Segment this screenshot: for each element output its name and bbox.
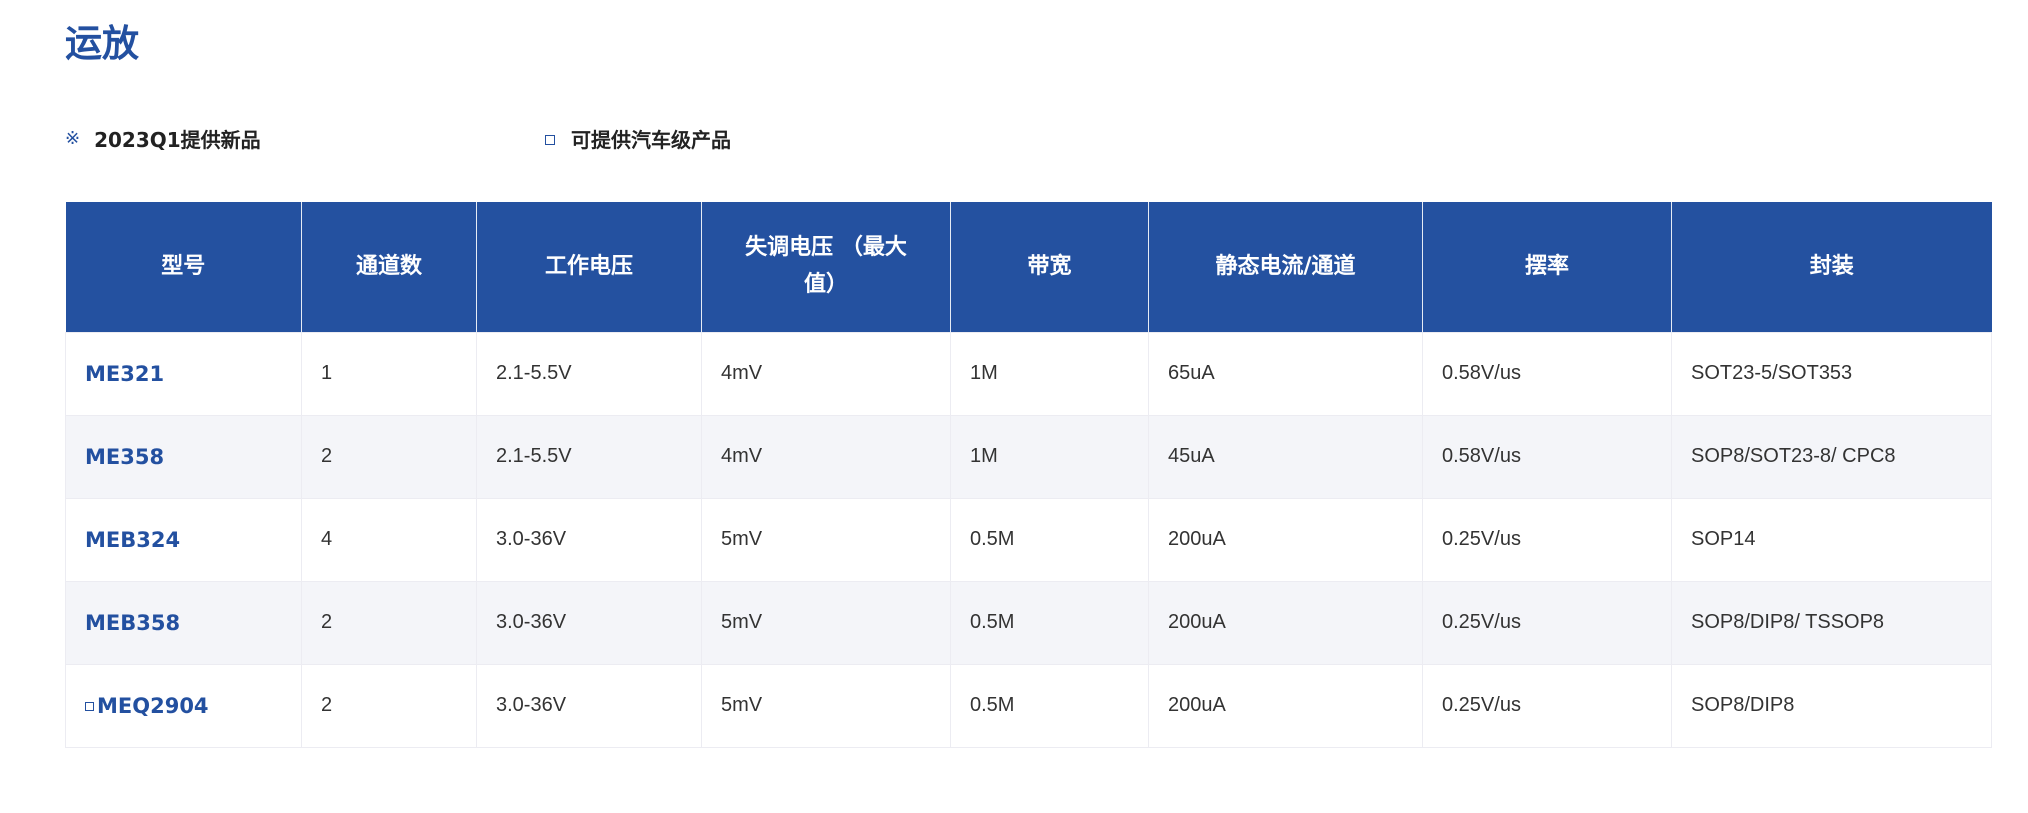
model-link[interactable]: ME358 [65,414,302,499]
model-link[interactable]: MEB358 [65,580,302,665]
legend-item-new: ※ 2023Q1提供新品 [65,124,261,153]
model-link[interactable]: ME321 [65,331,302,416]
cell-package: SOP8/DIP8 [1671,663,1992,748]
cell-offset: 5mV [701,497,951,582]
cell-slew: 0.25V/us [1422,497,1672,582]
reference-mark-icon: ※ [65,128,81,149]
legend-new-label: 2023Q1提供新品 [94,128,261,152]
header-model: 型号 [65,202,302,332]
cell-channels: 1 [301,331,477,416]
cell-quiescent: 200uA [1148,663,1423,748]
header-offset-line2: 值） [803,271,848,297]
cell-offset: 4mV [701,331,951,416]
legend-item-automotive: 可提供汽车级产品 [545,124,731,153]
cell-channels: 2 [301,580,477,665]
cell-voltage: 3.0-36V [476,663,702,748]
table-row: ME321 1 2.1-5.5V 4mV 1M 65uA 0.58V/us SO… [65,331,1992,416]
cell-offset: 5mV [701,663,951,748]
cell-channels: 2 [301,663,477,748]
cell-bandwidth: 0.5M [950,497,1149,582]
cell-quiescent: 200uA [1148,580,1423,665]
table-row: ME358 2 2.1-5.5V 4mV 1M 45uA 0.58V/us SO… [65,414,1992,499]
opamp-spec-table: 型号 通道数 工作电压 失调电压 （最大 值） 带宽 静态电流/通道 摆率 封装… [65,202,1992,748]
cell-slew: 0.25V/us [1422,663,1672,748]
cell-package: SOP8/DIP8/ TSSOP8 [1671,580,1992,665]
header-quiescent-current: 静态电流/通道 [1148,202,1423,332]
square-outline-icon [545,134,555,145]
page-title: 运放 [65,22,139,65]
cell-offset: 4mV [701,414,951,499]
square-outline-icon [85,702,94,711]
cell-quiescent: 45uA [1148,414,1423,499]
header-package: 封装 [1671,202,1992,332]
header-slew-rate: 摆率 [1422,202,1672,332]
cell-bandwidth: 1M [950,331,1149,416]
cell-voltage: 3.0-36V [476,580,702,665]
table-row: MEB358 2 3.0-36V 5mV 0.5M 200uA 0.25V/us… [65,580,1992,665]
cell-quiescent: 200uA [1148,497,1423,582]
header-voltage: 工作电压 [476,202,702,332]
model-link[interactable]: MEB324 [65,497,302,582]
cell-package: SOP14 [1671,497,1992,582]
cell-voltage: 2.1-5.5V [476,414,702,499]
cell-voltage: 2.1-5.5V [476,331,702,416]
table-row: MEB324 4 3.0-36V 5mV 0.5M 200uA 0.25V/us… [65,497,1992,582]
table-header-row: 型号 通道数 工作电压 失调电压 （最大 值） 带宽 静态电流/通道 摆率 封装 [65,202,1992,332]
legend-automotive-label: 可提供汽车级产品 [571,128,731,152]
cell-quiescent: 65uA [1148,331,1423,416]
header-bandwidth: 带宽 [950,202,1149,332]
cell-package: SOP8/SOT23-8/ CPC8 [1671,414,1992,499]
model-link[interactable]: MEQ2904 [65,663,302,748]
cell-slew: 0.58V/us [1422,331,1672,416]
cell-bandwidth: 0.5M [950,663,1149,748]
cell-bandwidth: 1M [950,414,1149,499]
table-row: MEQ2904 2 3.0-36V 5mV 0.5M 200uA 0.25V/u… [65,663,1992,748]
header-offset-line1: 失调电压 （最大 [745,235,907,261]
cell-channels: 4 [301,497,477,582]
cell-channels: 2 [301,414,477,499]
cell-slew: 0.25V/us [1422,580,1672,665]
header-channels: 通道数 [301,202,477,332]
cell-package: SOT23-5/SOT353 [1671,331,1992,416]
legend: ※ 2023Q1提供新品 可提供汽车级产品 [65,124,965,160]
cell-voltage: 3.0-36V [476,497,702,582]
cell-bandwidth: 0.5M [950,580,1149,665]
header-offset-voltage: 失调电压 （最大 值） [701,202,951,332]
cell-offset: 5mV [701,580,951,665]
cell-slew: 0.58V/us [1422,414,1672,499]
